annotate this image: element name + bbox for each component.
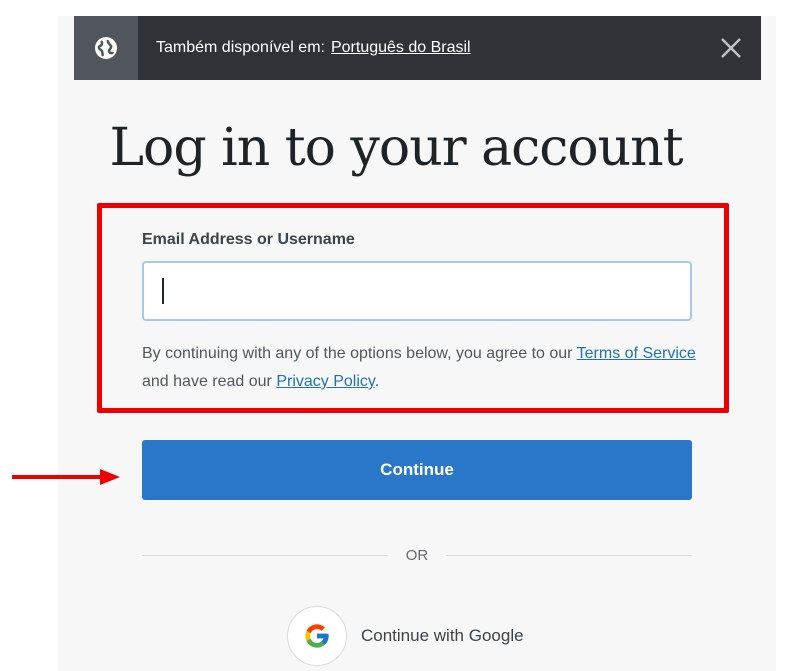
text-caret bbox=[162, 278, 164, 304]
language-banner: Também disponível em: Português do Brasi… bbox=[74, 16, 761, 80]
terms-text: By continuing with any of the options be… bbox=[142, 340, 702, 396]
divider-line-left bbox=[142, 554, 388, 556]
terms-link[interactable]: Terms of Service bbox=[577, 345, 696, 362]
close-icon[interactable] bbox=[717, 34, 745, 62]
language-link[interactable]: Português do Brasil bbox=[331, 39, 471, 57]
arrow-annotation bbox=[12, 468, 122, 491]
or-label: OR bbox=[405, 546, 429, 564]
continue-button[interactable]: Continue bbox=[142, 440, 692, 500]
divider-line-right bbox=[446, 554, 692, 556]
page-title: Log in to your account bbox=[109, 118, 683, 178]
google-login-button[interactable]: Continue with Google bbox=[287, 606, 524, 666]
email-field[interactable] bbox=[142, 261, 692, 321]
banner-prefix: Também disponível em: bbox=[156, 39, 325, 56]
terms-middle: and have read our bbox=[142, 373, 272, 390]
google-icon bbox=[287, 606, 347, 666]
email-label: Email Address or Username bbox=[142, 231, 355, 248]
privacy-link[interactable]: Privacy Policy bbox=[276, 373, 374, 390]
globe-icon bbox=[74, 16, 138, 80]
terms-suffix: . bbox=[374, 373, 380, 390]
terms-prefix: By continuing with any of the options be… bbox=[142, 345, 573, 362]
or-divider: OR bbox=[142, 544, 692, 566]
google-login-label: Continue with Google bbox=[361, 626, 524, 645]
language-banner-text: Também disponível em: Português do Brasi… bbox=[156, 39, 471, 57]
